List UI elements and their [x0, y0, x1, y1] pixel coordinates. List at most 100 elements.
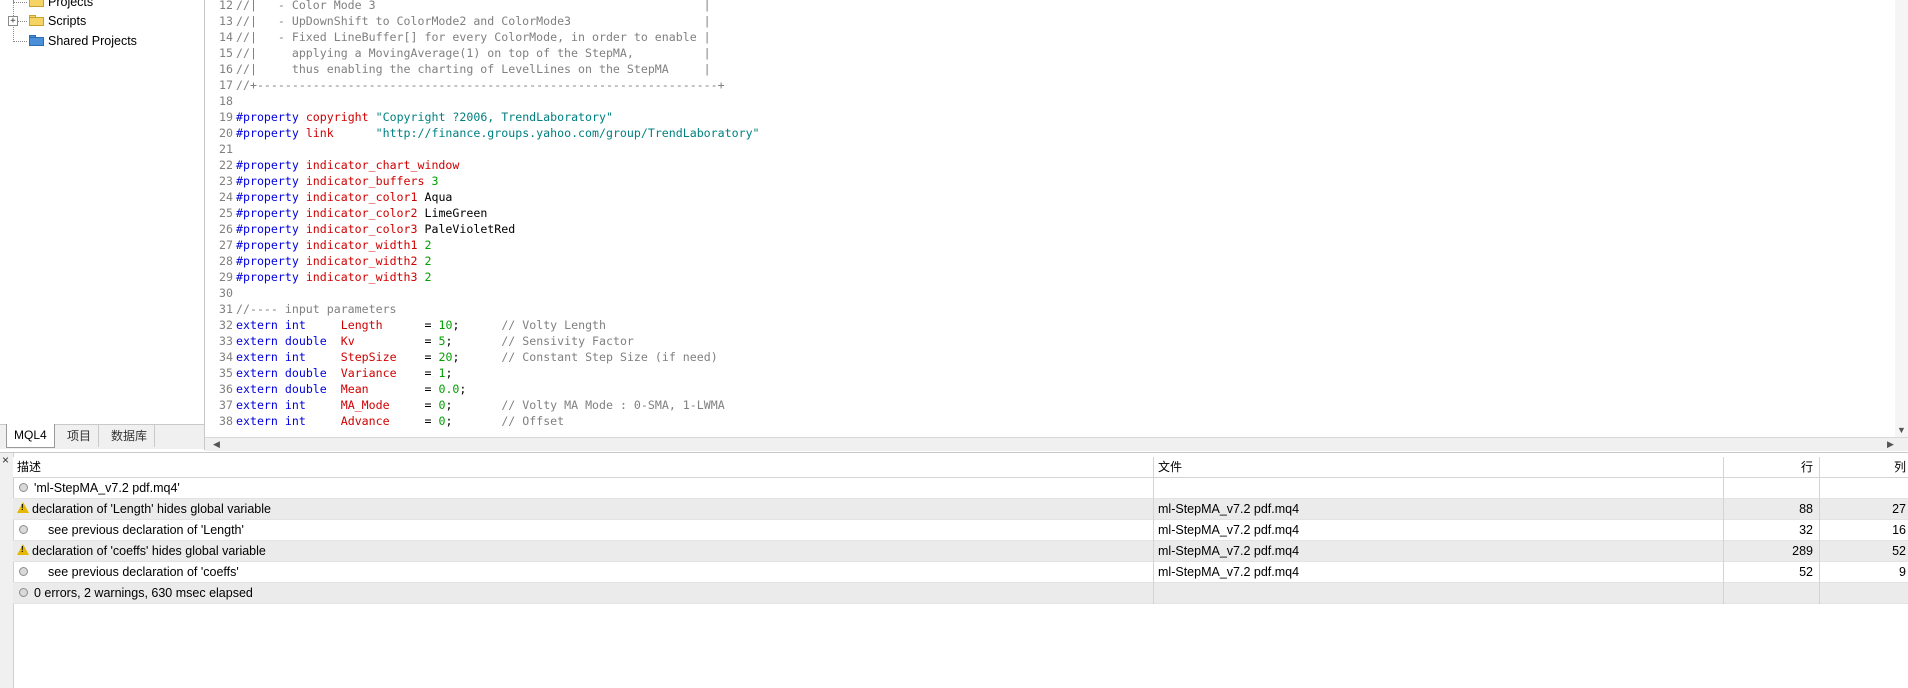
code-token: ;	[445, 334, 502, 348]
code-line[interactable]: 25 #property indicator_color2 LimeGreen	[205, 205, 487, 221]
code-line[interactable]: 32 extern int Length = 10; // Volty Lengt…	[205, 317, 606, 333]
code-token: LimeGreen	[417, 206, 488, 220]
code-editor[interactable]: 12//| - Color Mode 3 | 13//| - UpDownShif…	[205, 0, 1895, 437]
line-number: 29	[219, 270, 233, 284]
tree-item-shared-projects[interactable]: Shared Projects	[0, 32, 204, 50]
tree-item-scripts[interactable]: + Scripts	[0, 12, 204, 30]
error-column	[1819, 583, 1908, 604]
editor-vertical-scrollbar[interactable]: ▼	[1895, 0, 1908, 437]
line-number: 25	[219, 206, 233, 220]
code-line[interactable]: 35 extern double Variance = 1;	[205, 365, 452, 381]
code-token: extern	[236, 318, 278, 332]
tab-database[interactable]: 数据库	[104, 425, 156, 447]
code-token: // Offset	[501, 414, 565, 428]
error-row[interactable]: declaration of 'Length' hides global var…	[13, 499, 1908, 520]
column-header-file[interactable]: 文件	[1153, 457, 1723, 477]
code-token: //| - Fixed LineBuffer[] for every Color…	[236, 30, 711, 44]
editor-horizontal-scrollbar[interactable]: ◀ ▶	[205, 437, 1908, 451]
code-token: StepSize	[340, 350, 397, 364]
tab-projects[interactable]: 项目	[60, 425, 100, 447]
column-header-line[interactable]: 行	[1723, 457, 1819, 477]
code-token: =	[396, 366, 439, 380]
code-line[interactable]: 34 extern int StepSize = 20; // Constant …	[205, 349, 718, 365]
scroll-right-icon[interactable]: ▶	[1887, 438, 1894, 451]
scroll-down-icon[interactable]: ▼	[1897, 424, 1906, 437]
folder-icon	[29, 0, 44, 7]
error-line: 32	[1723, 520, 1819, 541]
line-number: 21	[219, 142, 233, 156]
code-line[interactable]: 36 extern double Mean = 0.0;	[205, 381, 466, 397]
line-number: 19	[219, 110, 233, 124]
code-line[interactable]: 24 #property indicator_color1 Aqua	[205, 189, 452, 205]
code-line[interactable]: 29 #property indicator_width3 2	[205, 269, 431, 285]
code-token: extern	[236, 334, 278, 348]
code-line[interactable]: 33 extern double Kv = 5; // Sensivity Fac…	[205, 333, 634, 349]
code-token: Kv	[340, 334, 355, 348]
error-description-cell: declaration of 'coeffs' hides global var…	[13, 541, 1153, 562]
line-number: 14	[219, 30, 233, 44]
line-number: 27	[219, 238, 233, 252]
code-token: // Volty MA Mode : 0-SMA, 1-LWMA	[501, 398, 725, 412]
close-icon[interactable]: ×	[2, 454, 12, 466]
expand-icon[interactable]: +	[8, 16, 18, 26]
line-number: 32	[219, 318, 233, 332]
code-line[interactable]: 37 extern int MA_Mode = 0; // Volty MA Mo…	[205, 397, 725, 413]
code-line[interactable]: 38 extern int Advance = 0; // Offset	[205, 413, 564, 429]
error-file	[1153, 583, 1723, 604]
info-icon	[19, 525, 28, 535]
code-line[interactable]: 27 #property indicator_width1 2	[205, 237, 431, 253]
error-description-cell: 'ml-StepMA_v7.2 pdf.mq4'	[13, 478, 1153, 499]
code-line[interactable]: 28 #property indicator_width2 2	[205, 253, 431, 269]
line-number: 20	[219, 126, 233, 140]
tree-item-projects[interactable]: Projects	[0, 0, 204, 11]
error-row[interactable]: see previous declaration of 'coeffs' ml-S…	[13, 562, 1908, 583]
code-line[interactable]: 16//| thus enabling the charting of Leve…	[205, 61, 711, 77]
navigator-panel: Projects + Scripts Shared Projects MQL4 …	[0, 0, 205, 450]
code-token: 10	[438, 318, 453, 332]
error-row[interactable]: see previous declaration of 'Length' ml-S…	[13, 520, 1908, 541]
code-token: copyright	[305, 110, 369, 124]
error-row[interactable]: 'ml-StepMA_v7.2 pdf.mq4'	[13, 478, 1908, 499]
code-line[interactable]: 22 #property indicator_chart_window	[205, 157, 459, 173]
code-line[interactable]: 30	[205, 285, 236, 301]
code-token: indicator_color3	[305, 222, 418, 236]
error-description: declaration of 'coeffs' hides global var…	[32, 544, 266, 558]
code-line[interactable]: 26 #property indicator_color3 PaleVioletR…	[205, 221, 515, 237]
code-token: indicator_width1	[305, 238, 418, 252]
tab-mql4[interactable]: MQL4	[6, 424, 55, 448]
info-icon	[19, 567, 28, 577]
code-line[interactable]: 15//| applying a MovingAverage(1) on top…	[205, 45, 711, 61]
code-token: double	[284, 334, 327, 348]
code-line[interactable]: 20 #property link "http://finance.groups.…	[205, 125, 760, 141]
code-token: #property	[236, 238, 299, 252]
code-token: extern	[236, 366, 278, 380]
code-line[interactable]: 13//| - UpDownShift to ColorMode2 and Co…	[205, 13, 711, 29]
column-header-description[interactable]: 描述	[13, 457, 1153, 477]
code-token: ;	[445, 398, 502, 412]
code-token: #property	[236, 270, 299, 284]
code-line[interactable]: 12//| - Color Mode 3 |	[205, 0, 711, 13]
error-row[interactable]: 0 errors, 2 warnings, 630 msec elapsed	[13, 583, 1908, 604]
scroll-left-icon[interactable]: ◀	[213, 438, 220, 451]
code-line[interactable]: 17//+-----------------------------------…	[205, 77, 725, 93]
line-number: 26	[219, 222, 233, 236]
error-line	[1723, 478, 1819, 499]
code-token: int	[284, 350, 306, 364]
code-line[interactable]: 14//| - Fixed LineBuffer[] for every Col…	[205, 29, 711, 45]
error-row[interactable]: declaration of 'coeffs' hides global var…	[13, 541, 1908, 562]
code-token: "Copyright ?2006, TrendLaboratory"	[375, 110, 613, 124]
code-line[interactable]: 21	[205, 141, 236, 157]
code-token: int	[284, 318, 306, 332]
column-header-column[interactable]: 列	[1819, 457, 1908, 477]
code-token: #property	[236, 174, 299, 188]
code-token: ;	[452, 318, 502, 332]
line-number: 22	[219, 158, 233, 172]
code-line[interactable]: 23 #property indicator_buffers 3	[205, 173, 438, 189]
error-line: 52	[1723, 562, 1819, 583]
code-token: extern	[236, 414, 278, 428]
code-line[interactable]: 31//---- input parameters	[205, 301, 397, 317]
code-line[interactable]: 19 #property copyright "Copyright ?2006, …	[205, 109, 613, 125]
code-line[interactable]: 18	[205, 93, 236, 109]
